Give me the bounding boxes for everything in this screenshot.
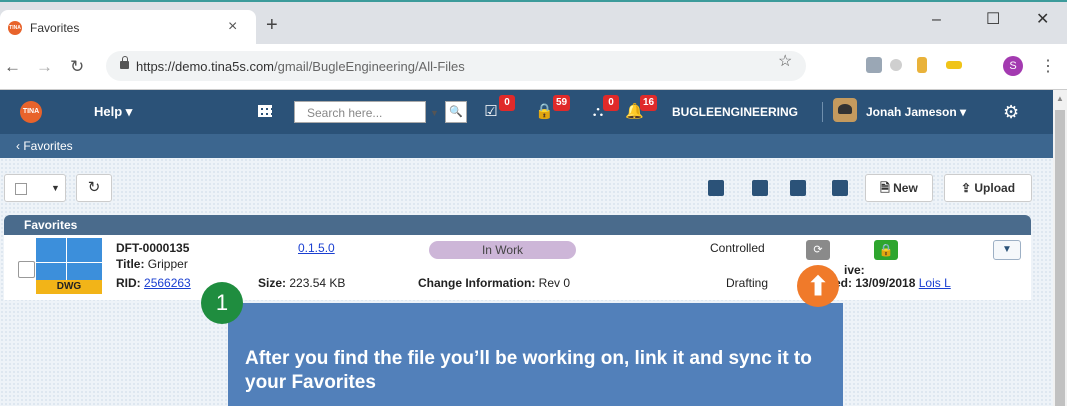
details-view-icon[interactable] xyxy=(832,180,848,196)
select-all-checkbox[interactable] xyxy=(15,182,27,195)
new-button-label: New xyxy=(893,181,918,195)
maximize-button[interactable]: ☐ xyxy=(986,12,1000,28)
title-value: Gripper xyxy=(147,257,188,271)
minimize-button[interactable]: – xyxy=(932,12,941,28)
rid-link[interactable]: 2566263 xyxy=(144,276,191,290)
file-row[interactable]: DWG DFT-0000135 Title: Gripper RID: 2566… xyxy=(4,235,1031,300)
file-size: Size: 223.54 KB xyxy=(258,276,345,290)
active-fragment: ive: xyxy=(844,263,865,277)
title-label: Title: xyxy=(116,257,145,271)
step-number-badge: 1 xyxy=(201,282,243,324)
back-icon[interactable]: ← xyxy=(4,58,21,75)
lock-icon xyxy=(120,56,129,69)
select-all-dropdown[interactable]: ▼ xyxy=(4,174,66,202)
row-actions-dropdown[interactable]: ▼ xyxy=(993,240,1021,260)
upload-icon: ⇪ xyxy=(960,181,975,195)
user-menu[interactable]: Jonah Jameson ▾ xyxy=(866,105,966,119)
change-label: Change Information: xyxy=(418,276,536,290)
upload-button[interactable]: ⇪ Upload xyxy=(944,174,1032,202)
url-path: /gmail/BugleEngineering/All-Files xyxy=(274,59,465,74)
url-text: https://demo.tina5s.com/gmail/BugleEngin… xyxy=(136,59,465,74)
url-host: https://demo.tina5s.com xyxy=(136,59,275,74)
file-type-badge: DWG xyxy=(36,280,102,294)
scrollbar[interactable]: ▲ xyxy=(1053,90,1067,406)
bookmark-star-icon[interactable]: ☆ xyxy=(778,54,792,70)
bell-icon[interactable]: 🔔 xyxy=(625,104,644,120)
nav-divider xyxy=(822,102,823,122)
favorites-panel-header: Favorites xyxy=(4,215,1031,235)
change-info: Change Information: Rev 0 xyxy=(418,276,570,290)
add-folder-icon[interactable] xyxy=(752,180,768,196)
apps-grid-icon[interactable] xyxy=(258,105,272,117)
tutorial-callout: After you find the file you’ll be workin… xyxy=(228,303,843,406)
user-avatar[interactable] xyxy=(833,98,857,122)
extension-flag-icon[interactable] xyxy=(946,61,962,69)
date-value: ed: 13/09/2018 xyxy=(834,276,916,290)
version-link[interactable]: 0.1.5.0 xyxy=(298,241,335,255)
company-menu[interactable]: BUGLEENGINEERING xyxy=(672,105,798,119)
close-window-button[interactable]: ✕ xyxy=(1036,12,1049,28)
tab-title: Favorites xyxy=(30,21,80,35)
rid-label: RID: xyxy=(116,276,141,290)
file-rid: RID: 2566263 xyxy=(116,276,191,290)
list-view-icon[interactable] xyxy=(708,180,724,196)
stage: Drafting xyxy=(726,276,769,290)
refresh-button[interactable]: ↻ xyxy=(76,174,112,202)
chevron-down-icon: ▼ xyxy=(51,183,60,193)
lock-status-icon[interactable]: 🔒 xyxy=(874,240,898,260)
forward-icon[interactable]: → xyxy=(36,58,53,75)
browser-tab[interactable]: TINA Favorites × xyxy=(0,10,256,46)
locks-badge: 59 xyxy=(553,95,571,111)
date-info: ed: 13/09/2018 Lois L xyxy=(834,276,951,290)
tina-logo[interactable]: TINA xyxy=(20,101,42,123)
row-checkbox[interactable] xyxy=(18,261,35,278)
search-icon[interactable]: 🔍 xyxy=(445,101,467,123)
workflow-badge: 0 xyxy=(603,95,619,111)
file-title: Title: Gripper xyxy=(116,257,188,271)
owner-link[interactable]: Lois L xyxy=(919,276,951,290)
extension-figure-icon[interactable] xyxy=(917,57,927,73)
arrow-up-icon: ⬆ xyxy=(797,265,839,307)
browser-tab-bar: TINA Favorites × + – ☐ ✕ xyxy=(0,0,1067,46)
favorite-folder-icon[interactable] xyxy=(790,180,806,196)
gear-icon[interactable]: ⚙ xyxy=(1003,103,1019,121)
change-value: Rev 0 xyxy=(538,276,571,290)
tab-close-icon[interactable]: × xyxy=(228,18,237,36)
search-input[interactable]: Search here... xyxy=(294,101,426,123)
tina-favicon-icon: TINA xyxy=(8,21,22,35)
callout-text: After you find the file you’ll be workin… xyxy=(245,348,812,393)
upload-button-label: Upload xyxy=(974,181,1016,195)
search-placeholder: Search here... xyxy=(307,106,383,120)
help-menu[interactable]: Help ▾ xyxy=(94,104,132,120)
panel-title: Favorites xyxy=(24,218,78,232)
file-number: DFT-0000135 xyxy=(116,241,190,255)
top-nav: TINA Help ▾ Search here... ▼ 🔍 ☑ 0 🔒 59 … xyxy=(0,90,1053,134)
new-file-icon: 🗎 xyxy=(880,181,894,195)
lock-nav-icon[interactable]: 🔒 xyxy=(535,104,554,120)
tasks-badge: 0 xyxy=(499,95,515,111)
tasks-icon[interactable]: ☑ xyxy=(483,104,499,120)
back-favorites-link[interactable]: ‹ Favorites xyxy=(16,139,73,153)
search-dropdown-icon[interactable]: ▼ xyxy=(430,108,439,118)
breadcrumb: ‹ Favorites xyxy=(0,134,1053,158)
control-status: Controlled xyxy=(710,241,765,255)
new-tab-button[interactable]: + xyxy=(266,15,278,35)
notifications-badge: 16 xyxy=(640,95,658,111)
browser-menu-icon[interactable]: ⋮ xyxy=(1040,56,1056,76)
size-label: Size: xyxy=(258,276,287,290)
extension-circle-icon[interactable] xyxy=(890,59,902,71)
extension-icon[interactable] xyxy=(866,57,882,73)
scroll-up-icon[interactable]: ▲ xyxy=(1056,94,1064,103)
new-button[interactable]: 🗎 New xyxy=(865,174,933,202)
reload-icon[interactable]: ↻ xyxy=(70,58,84,75)
address-bar-row: ← → ↻ https://demo.tina5s.com/gmail/Bugl… xyxy=(0,44,1067,90)
status-badge: In Work xyxy=(429,241,576,259)
size-value: 223.54 KB xyxy=(289,276,346,290)
profile-avatar[interactable]: S xyxy=(1003,56,1023,76)
url-field[interactable]: https://demo.tina5s.com/gmail/BugleEngin… xyxy=(106,51,806,81)
scrollbar-thumb[interactable] xyxy=(1055,110,1065,406)
sync-icon[interactable]: ⟳ xyxy=(806,240,830,260)
